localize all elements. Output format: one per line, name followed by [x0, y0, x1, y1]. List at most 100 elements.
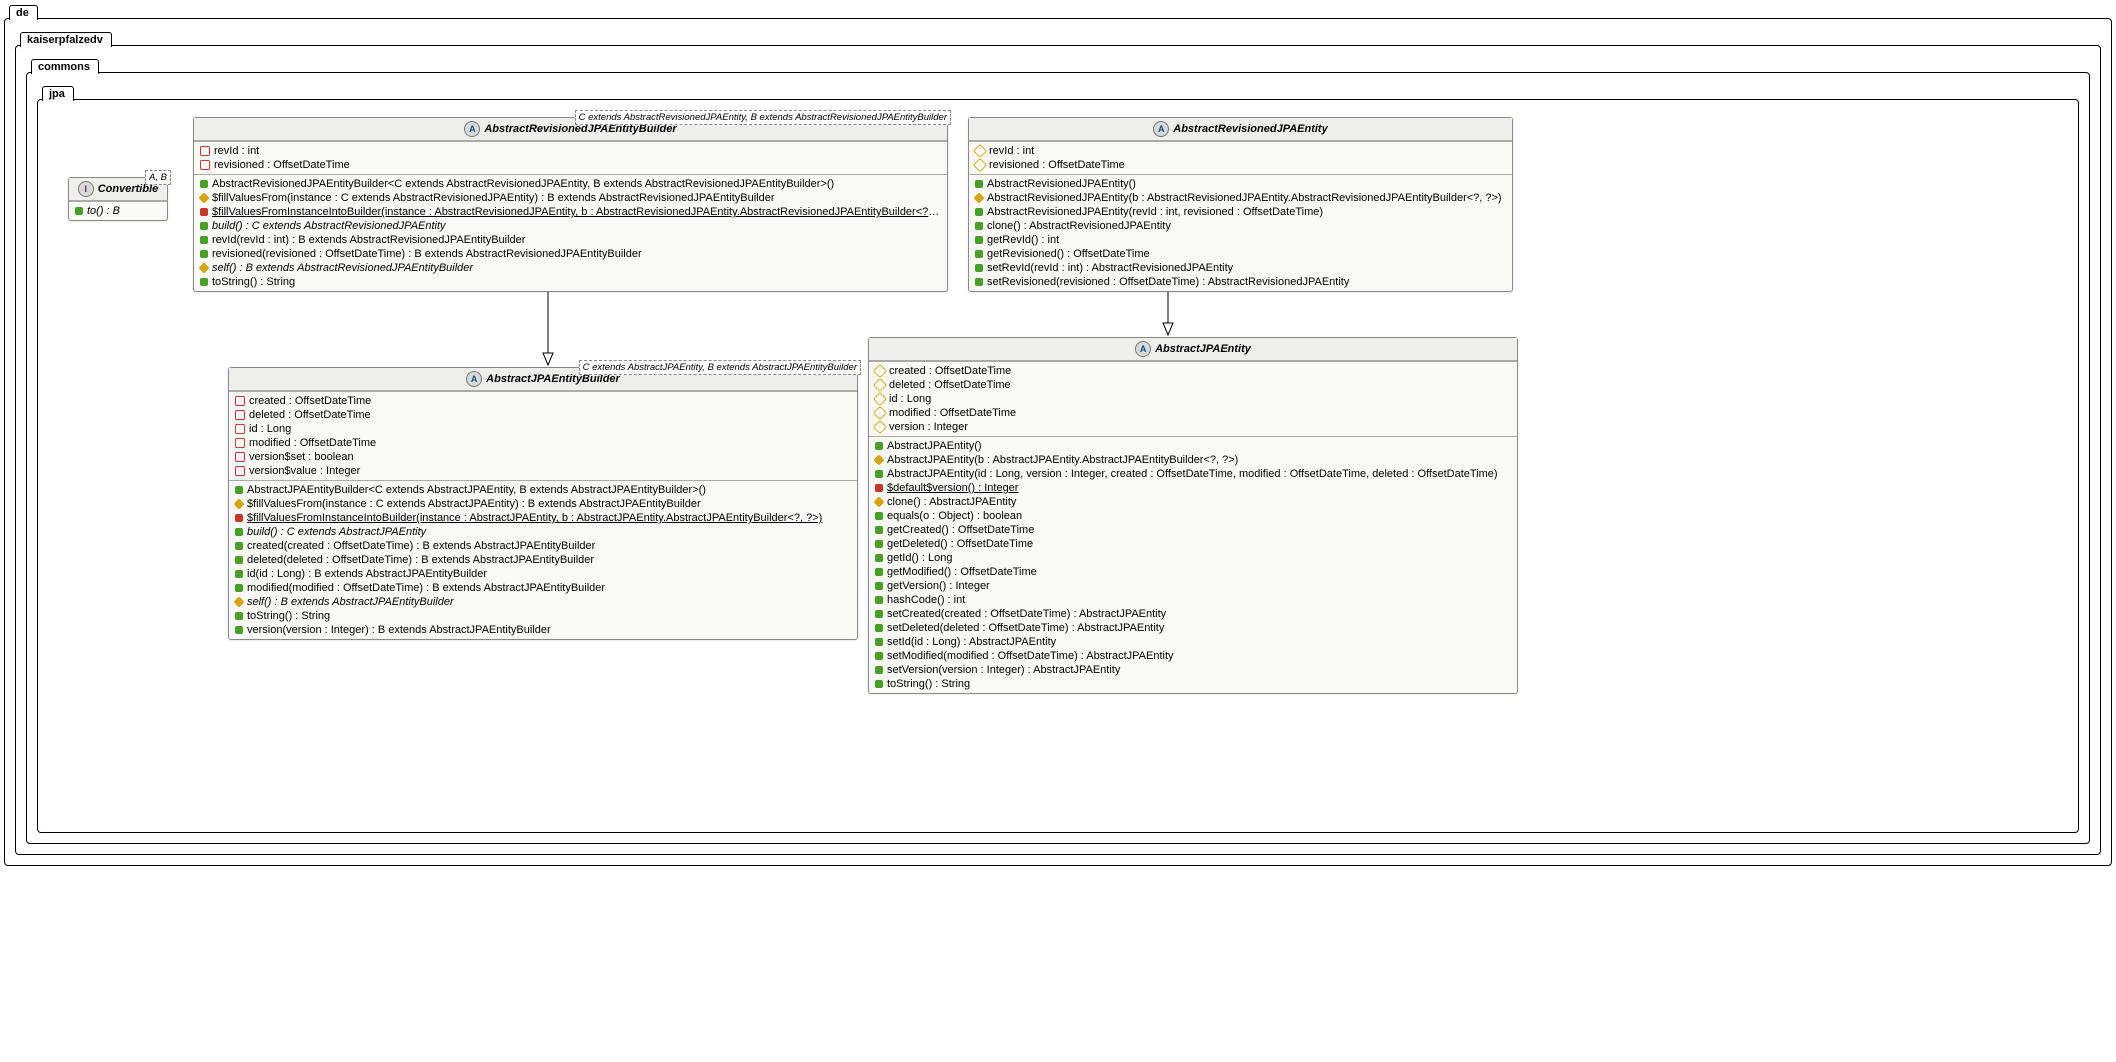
package-tab-jpa: jpa	[42, 86, 74, 101]
member-row: to() : B	[69, 204, 167, 218]
visibility-icon	[235, 556, 243, 564]
visibility-icon	[975, 278, 983, 286]
member-row: AbstractRevisionedJPAEntity(revId : int,…	[969, 205, 1512, 219]
member-text: revId : int	[989, 145, 1034, 157]
member-row: deleted : OffsetDateTime	[229, 408, 857, 422]
member-row: getModified() : OffsetDateTime	[869, 565, 1517, 579]
visibility-icon	[235, 570, 243, 578]
abstract-icon: A	[466, 371, 482, 387]
member-row: revId : int	[194, 144, 947, 158]
member-text: $fillValuesFrom(instance : C extends Abs…	[247, 498, 701, 510]
member-row: AbstractJPAEntity()	[869, 439, 1517, 453]
member-row: deleted : OffsetDateTime	[869, 378, 1517, 392]
visibility-icon	[875, 596, 883, 604]
member-text: deleted : OffsetDateTime	[889, 379, 1011, 391]
visibility-icon	[875, 666, 883, 674]
member-text: AbstractJPAEntity()	[887, 440, 982, 452]
visibility-icon	[973, 144, 987, 158]
visibility-icon	[875, 680, 883, 688]
member-row: build() : C extends AbstractJPAEntity	[229, 525, 857, 539]
visibility-icon	[873, 420, 887, 434]
member-text: hashCode() : int	[887, 594, 965, 606]
visibility-icon	[875, 652, 883, 660]
member-row: version$value : Integer	[229, 464, 857, 478]
visibility-icon	[235, 528, 243, 536]
visibility-icon	[973, 158, 987, 172]
member-row: getRevId() : int	[969, 233, 1512, 247]
member-row: toString() : String	[194, 275, 947, 289]
visibility-icon	[975, 264, 983, 272]
member-text: revisioned(revisioned : OffsetDateTime) …	[212, 248, 642, 260]
member-text: setRevisioned(revisioned : OffsetDateTim…	[987, 276, 1349, 288]
methods-section: AbstractRevisionedJPAEntity() AbstractRev…	[969, 174, 1512, 291]
visibility-icon	[875, 582, 883, 590]
member-text: revId : int	[214, 145, 259, 157]
member-row: self() : B extends AbstractJPAEntityBuil…	[229, 595, 857, 609]
visibility-icon	[235, 542, 243, 550]
methods-section: AbstractJPAEntityBuilder<C extends Abstr…	[229, 480, 857, 639]
visibility-icon	[200, 236, 208, 244]
member-text: AbstractJPAEntity(id : Long, version : I…	[887, 468, 1498, 480]
member-row: AbstractJPAEntity(b : AbstractJPAEntity.…	[869, 453, 1517, 467]
member-text: to() : B	[87, 205, 120, 217]
template-params: A, B	[145, 170, 171, 185]
member-text: $default$version() : Integer	[887, 482, 1018, 494]
member-row: toString() : String	[229, 609, 857, 623]
visibility-icon	[200, 208, 208, 216]
template-params: C extends AbstractJPAEntity, B extends A…	[579, 360, 861, 375]
abstract-icon: A	[1153, 121, 1169, 137]
visibility-icon	[200, 250, 208, 258]
class-abstract-jpa-entity-builder[interactable]: C extends AbstractJPAEntity, B extends A…	[228, 367, 858, 640]
methods-section: AbstractRevisionedJPAEntityBuilder<C ext…	[194, 174, 947, 291]
member-row: version$set : boolean	[229, 450, 857, 464]
package-tab-de: de	[9, 5, 38, 20]
member-row: deleted(deleted : OffsetDateTime) : B ex…	[229, 553, 857, 567]
visibility-icon	[975, 180, 983, 188]
visibility-icon	[873, 364, 887, 378]
template-params: C extends AbstractRevisionedJPAEntity, B…	[575, 110, 951, 125]
member-text: AbstractRevisionedJPAEntityBuilder<C ext…	[212, 178, 834, 190]
member-text: setCreated(created : OffsetDateTime) : A…	[887, 608, 1166, 620]
member-text: AbstractRevisionedJPAEntity()	[987, 178, 1136, 190]
member-row: toString() : String	[869, 677, 1517, 691]
class-abstract-revisioned-jpa-entity[interactable]: AAbstractRevisionedJPAEntity revId : int…	[968, 117, 1513, 292]
member-row: version : Integer	[869, 420, 1517, 434]
fields-section: revId : intrevisioned : OffsetDateTime	[969, 141, 1512, 174]
fields-section: created : OffsetDateTime deleted : Offset…	[229, 391, 857, 480]
member-row: AbstractRevisionedJPAEntity()	[969, 177, 1512, 191]
visibility-icon	[235, 396, 245, 406]
visibility-icon	[875, 512, 883, 520]
member-row: created(created : OffsetDateTime) : B ex…	[229, 539, 857, 553]
class-abstract-revisioned-jpa-entity-builder[interactable]: C extends AbstractRevisionedJPAEntity, B…	[193, 117, 948, 292]
member-row: hashCode() : int	[869, 593, 1517, 607]
visibility-icon	[975, 250, 983, 258]
member-row: id : Long	[869, 392, 1517, 406]
member-text: created : OffsetDateTime	[249, 395, 371, 407]
member-row: setVersion(version : Integer) : Abstract…	[869, 663, 1517, 677]
member-row: version(version : Integer) : B extends A…	[229, 623, 857, 637]
visibility-icon	[873, 496, 884, 507]
member-row: modified : OffsetDateTime	[869, 406, 1517, 420]
class-abstract-jpa-entity[interactable]: AAbstractJPAEntity created : OffsetDateT…	[868, 337, 1518, 694]
member-text: clone() : AbstractJPAEntity	[887, 496, 1016, 508]
class-convertible[interactable]: A, B IConvertible to() : B	[68, 177, 168, 221]
visibility-icon	[235, 612, 243, 620]
visibility-icon	[873, 392, 887, 406]
member-row: setCreated(created : OffsetDateTime) : A…	[869, 607, 1517, 621]
member-text: getRevId() : int	[987, 234, 1059, 246]
visibility-icon	[75, 207, 83, 215]
member-text: deleted : OffsetDateTime	[249, 409, 371, 421]
visibility-icon	[198, 192, 209, 203]
member-text: getCreated() : OffsetDateTime	[887, 524, 1034, 536]
member-text: revisioned : OffsetDateTime	[214, 159, 350, 171]
member-row: $default$version() : Integer	[869, 481, 1517, 495]
member-text: id : Long	[249, 423, 291, 435]
member-text: created : OffsetDateTime	[889, 365, 1011, 377]
member-text: version : Integer	[889, 421, 968, 433]
member-row: $fillValuesFrom(instance : C extends Abs…	[194, 191, 947, 205]
member-text: version(version : Integer) : B extends A…	[247, 624, 551, 636]
member-row: revisioned : OffsetDateTime	[969, 158, 1512, 172]
member-text: toString() : String	[212, 276, 295, 288]
member-text: toString() : String	[887, 678, 970, 690]
member-text: modified : OffsetDateTime	[249, 437, 376, 449]
